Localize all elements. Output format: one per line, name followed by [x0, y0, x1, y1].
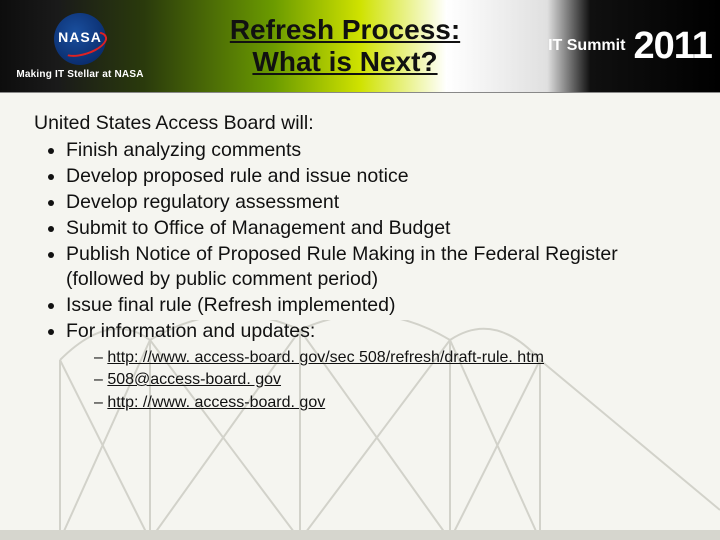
nasa-logo-block: NASA Making IT Stellar at NASA	[0, 0, 160, 92]
slide-header: NASA Making IT Stellar at NASA Refresh P…	[0, 0, 720, 93]
title-line-2: What is Next?	[160, 46, 530, 78]
list-item: Finish analyzing comments	[66, 138, 686, 163]
intro-text: United States Access Board will:	[34, 111, 686, 136]
list-item: 508@access-board. gov	[94, 370, 686, 390]
list-item: Issue final rule (Refresh implemented)	[66, 293, 686, 318]
link-list: http: //www. access-board. gov/sec 508/r…	[34, 348, 686, 413]
info-link[interactable]: http: //www. access-board. gov	[107, 394, 325, 411]
list-item: Develop proposed rule and issue notice	[66, 164, 686, 189]
slide-title: Refresh Process: What is Next?	[160, 14, 540, 78]
list-item: Publish Notice of Proposed Rule Making i…	[66, 242, 686, 292]
summit-year: 2011	[633, 25, 711, 68]
nasa-logo-text: NASA	[54, 29, 106, 45]
info-link[interactable]: 508@access-board. gov	[107, 371, 281, 388]
nasa-meatball-icon: NASA	[54, 13, 106, 65]
list-item: http: //www. access-board. gov/sec 508/r…	[94, 348, 686, 368]
title-line-1: Refresh Process:	[160, 14, 530, 46]
list-item: For information and updates:	[66, 319, 686, 344]
summit-label: IT Summit	[548, 38, 625, 54]
list-item: Develop regulatory assessment	[66, 190, 686, 215]
nasa-tagline: Making IT Stellar at NASA	[16, 69, 143, 80]
slide-body: United States Access Board will: Finish …	[0, 93, 720, 413]
list-item: Submit to Office of Management and Budge…	[66, 216, 686, 241]
info-link[interactable]: http: //www. access-board. gov/sec 508/r…	[107, 349, 544, 366]
list-item: http: //www. access-board. gov	[94, 393, 686, 413]
bullet-list: Finish analyzing comments Develop propos…	[34, 138, 686, 344]
it-summit-logo: IT Summit 2011	[540, 0, 720, 92]
